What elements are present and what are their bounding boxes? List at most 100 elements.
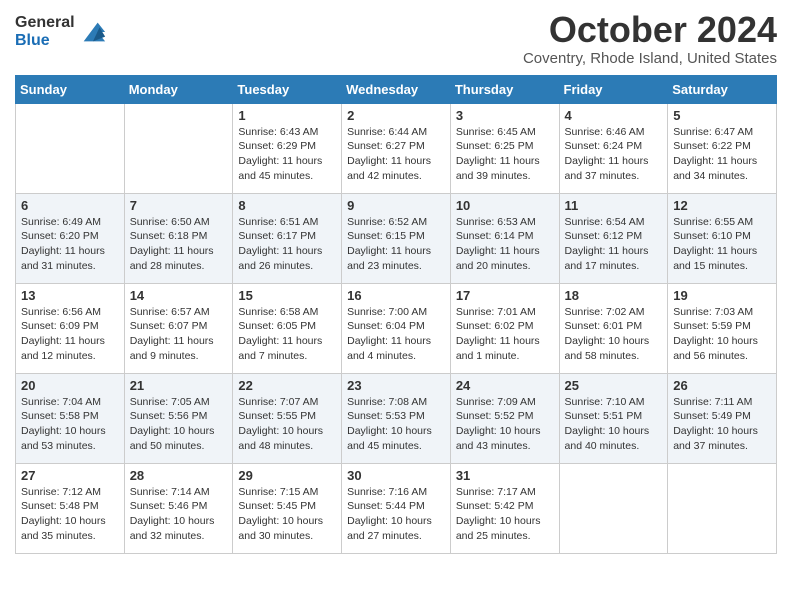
calendar-cell-w4-d2: 21Sunrise: 7:05 AM Sunset: 5:56 PM Dayli… (124, 373, 233, 463)
day-info: Sunrise: 7:12 AM Sunset: 5:48 PM Dayligh… (21, 485, 119, 544)
day-info: Sunrise: 7:16 AM Sunset: 5:44 PM Dayligh… (347, 485, 445, 544)
day-number: 25 (565, 378, 663, 393)
location: Coventry, Rhode Island, United States (523, 50, 777, 67)
col-tuesday: Tuesday (233, 75, 342, 103)
day-number: 12 (673, 198, 771, 213)
day-number: 7 (130, 198, 228, 213)
day-info: Sunrise: 6:46 AM Sunset: 6:24 PM Dayligh… (565, 125, 663, 184)
day-info: Sunrise: 7:00 AM Sunset: 6:04 PM Dayligh… (347, 305, 445, 364)
day-info: Sunrise: 7:02 AM Sunset: 6:01 PM Dayligh… (565, 305, 663, 364)
calendar-week-1: 1Sunrise: 6:43 AM Sunset: 6:29 PM Daylig… (16, 103, 777, 193)
day-info: Sunrise: 6:56 AM Sunset: 6:09 PM Dayligh… (21, 305, 119, 364)
logo-blue: Blue (15, 32, 75, 50)
day-number: 8 (238, 198, 336, 213)
day-info: Sunrise: 6:53 AM Sunset: 6:14 PM Dayligh… (456, 215, 554, 274)
day-info: Sunrise: 6:57 AM Sunset: 6:07 PM Dayligh… (130, 305, 228, 364)
day-info: Sunrise: 7:01 AM Sunset: 6:02 PM Dayligh… (456, 305, 554, 364)
calendar-table: Sunday Monday Tuesday Wednesday Thursday… (15, 75, 777, 554)
logo-general: General (15, 14, 75, 32)
day-info: Sunrise: 6:58 AM Sunset: 6:05 PM Dayligh… (238, 305, 336, 364)
day-number: 11 (565, 198, 663, 213)
day-number: 30 (347, 468, 445, 483)
logo-icon (79, 18, 107, 46)
day-number: 22 (238, 378, 336, 393)
day-number: 24 (456, 378, 554, 393)
calendar-week-3: 13 Sunrise: 6:56 AM Sunset: 6:09 PM Dayli… (16, 283, 777, 373)
calendar-cell-w4-d5: 24Sunrise: 7:09 AM Sunset: 5:52 PM Dayli… (450, 373, 559, 463)
day-number: 14 (130, 288, 228, 303)
calendar-week-5: 27Sunrise: 7:12 AM Sunset: 5:48 PM Dayli… (16, 463, 777, 553)
calendar-cell-w1-d5: 3 Sunrise: 6:45 AM Sunset: 6:25 PM Daylig… (450, 103, 559, 193)
calendar-cell-w5-d6 (559, 463, 668, 553)
calendar-cell-w1-d1 (16, 103, 125, 193)
page-container: General Blue October 2024 Coventry, Rhod… (0, 0, 792, 569)
logo: General Blue (15, 14, 107, 49)
calendar-cell-w5-d5: 31 Sunrise: 7:17 AM Sunset: 5:42 PM Dayli… (450, 463, 559, 553)
calendar-cell-w1-d4: 2 Sunrise: 6:44 AM Sunset: 6:27 PM Daylig… (342, 103, 451, 193)
day-number: 19 (673, 288, 771, 303)
logo-text: General Blue (15, 14, 75, 49)
col-monday: Monday (124, 75, 233, 103)
calendar-cell-w2-d7: 12 Sunrise: 6:55 AM Sunset: 6:10 PM Dayli… (668, 193, 777, 283)
day-info: Sunrise: 6:51 AM Sunset: 6:17 PM Dayligh… (238, 215, 336, 274)
day-info: Sunrise: 7:04 AM Sunset: 5:58 PM Dayligh… (21, 395, 119, 454)
day-info: Sunrise: 7:03 AM Sunset: 5:59 PM Dayligh… (673, 305, 771, 364)
calendar-cell-w1-d3: 1Sunrise: 6:43 AM Sunset: 6:29 PM Daylig… (233, 103, 342, 193)
calendar-cell-w1-d6: 4 Sunrise: 6:46 AM Sunset: 6:24 PM Daylig… (559, 103, 668, 193)
day-number: 16 (347, 288, 445, 303)
title-area: October 2024 Coventry, Rhode Island, Uni… (523, 10, 777, 67)
calendar-cell-w4-d6: 25 Sunrise: 7:10 AM Sunset: 5:51 PM Dayli… (559, 373, 668, 463)
day-info: Sunrise: 6:49 AM Sunset: 6:20 PM Dayligh… (21, 215, 119, 274)
col-thursday: Thursday (450, 75, 559, 103)
day-info: Sunrise: 7:15 AM Sunset: 5:45 PM Dayligh… (238, 485, 336, 544)
day-info: Sunrise: 6:55 AM Sunset: 6:10 PM Dayligh… (673, 215, 771, 274)
day-number: 15 (238, 288, 336, 303)
day-info: Sunrise: 6:50 AM Sunset: 6:18 PM Dayligh… (130, 215, 228, 274)
calendar-cell-w5-d7 (668, 463, 777, 553)
calendar-cell-w2-d5: 10 Sunrise: 6:53 AM Sunset: 6:14 PM Dayli… (450, 193, 559, 283)
day-info: Sunrise: 6:47 AM Sunset: 6:22 PM Dayligh… (673, 125, 771, 184)
day-number: 9 (347, 198, 445, 213)
calendar-cell-w1-d7: 5 Sunrise: 6:47 AM Sunset: 6:22 PM Daylig… (668, 103, 777, 193)
day-number: 3 (456, 108, 554, 123)
calendar-week-2: 6 Sunrise: 6:49 AM Sunset: 6:20 PM Daylig… (16, 193, 777, 283)
day-number: 2 (347, 108, 445, 123)
calendar-cell-w2-d6: 11Sunrise: 6:54 AM Sunset: 6:12 PM Dayli… (559, 193, 668, 283)
calendar-cell-w2-d4: 9Sunrise: 6:52 AM Sunset: 6:15 PM Daylig… (342, 193, 451, 283)
calendar-cell-w2-d3: 8 Sunrise: 6:51 AM Sunset: 6:17 PM Daylig… (233, 193, 342, 283)
col-friday: Friday (559, 75, 668, 103)
day-number: 13 (21, 288, 119, 303)
day-number: 17 (456, 288, 554, 303)
col-saturday: Saturday (668, 75, 777, 103)
day-number: 1 (238, 108, 336, 123)
day-info: Sunrise: 6:44 AM Sunset: 6:27 PM Dayligh… (347, 125, 445, 184)
col-wednesday: Wednesday (342, 75, 451, 103)
calendar-cell-w5-d3: 29Sunrise: 7:15 AM Sunset: 5:45 PM Dayli… (233, 463, 342, 553)
calendar-cell-w3-d5: 17 Sunrise: 7:01 AM Sunset: 6:02 PM Dayli… (450, 283, 559, 373)
day-number: 10 (456, 198, 554, 213)
calendar-cell-w2-d1: 6 Sunrise: 6:49 AM Sunset: 6:20 PM Daylig… (16, 193, 125, 283)
day-info: Sunrise: 6:45 AM Sunset: 6:25 PM Dayligh… (456, 125, 554, 184)
day-info: Sunrise: 7:07 AM Sunset: 5:55 PM Dayligh… (238, 395, 336, 454)
calendar-cell-w1-d2 (124, 103, 233, 193)
day-number: 23 (347, 378, 445, 393)
calendar-cell-w4-d7: 26Sunrise: 7:11 AM Sunset: 5:49 PM Dayli… (668, 373, 777, 463)
day-number: 6 (21, 198, 119, 213)
calendar-week-4: 20 Sunrise: 7:04 AM Sunset: 5:58 PM Dayli… (16, 373, 777, 463)
day-number: 28 (130, 468, 228, 483)
day-number: 5 (673, 108, 771, 123)
calendar-cell-w2-d2: 7 Sunrise: 6:50 AM Sunset: 6:18 PM Daylig… (124, 193, 233, 283)
calendar-cell-w4-d1: 20 Sunrise: 7:04 AM Sunset: 5:58 PM Dayli… (16, 373, 125, 463)
day-number: 21 (130, 378, 228, 393)
day-number: 20 (21, 378, 119, 393)
day-number: 31 (456, 468, 554, 483)
header: General Blue October 2024 Coventry, Rhod… (15, 10, 777, 67)
day-info: Sunrise: 7:11 AM Sunset: 5:49 PM Dayligh… (673, 395, 771, 454)
col-sunday: Sunday (16, 75, 125, 103)
day-info: Sunrise: 7:10 AM Sunset: 5:51 PM Dayligh… (565, 395, 663, 454)
calendar-cell-w4-d4: 23Sunrise: 7:08 AM Sunset: 5:53 PM Dayli… (342, 373, 451, 463)
day-info: Sunrise: 7:14 AM Sunset: 5:46 PM Dayligh… (130, 485, 228, 544)
day-info: Sunrise: 7:17 AM Sunset: 5:42 PM Dayligh… (456, 485, 554, 544)
calendar-cell-w5-d2: 28 Sunrise: 7:14 AM Sunset: 5:46 PM Dayli… (124, 463, 233, 553)
day-number: 4 (565, 108, 663, 123)
